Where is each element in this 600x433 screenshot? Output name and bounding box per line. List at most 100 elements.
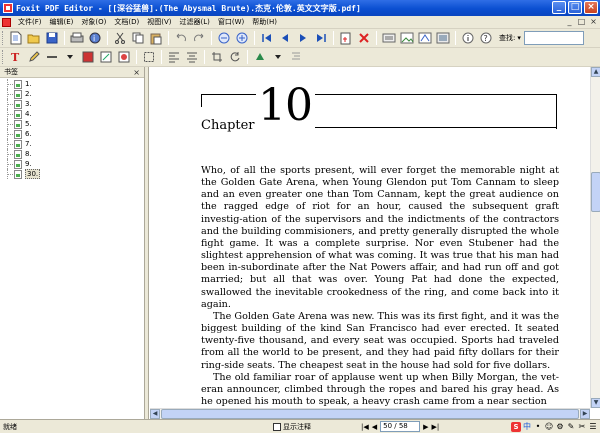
cut-icon[interactable] [112, 30, 128, 46]
information-icon[interactable] [460, 30, 476, 46]
bookmark-item[interactable]: 2. [0, 89, 140, 99]
insert-page-icon[interactable] [338, 30, 354, 46]
align-center-icon[interactable] [184, 49, 200, 65]
undo-icon[interactable] [173, 30, 189, 46]
bookmark-item[interactable]: 3. [0, 99, 140, 109]
pencil-tool-icon[interactable] [26, 49, 42, 65]
doc-minimize-button[interactable]: _ [565, 17, 574, 26]
print-icon[interactable] [69, 30, 85, 46]
show-annotations-toggle[interactable]: 显示注释 [273, 422, 361, 432]
chapter-number: 10 [256, 84, 315, 128]
menu-filter[interactable]: 过滤器(L) [176, 17, 214, 27]
minimize-button[interactable]: _ [552, 1, 566, 14]
find-input[interactable] [523, 31, 584, 45]
scroll-down-icon[interactable]: ▼ [591, 398, 600, 408]
last-page-icon[interactable] [313, 30, 329, 46]
menu-window[interactable]: 窗口(W) [214, 17, 248, 27]
toolbar-separator [204, 50, 205, 64]
menu-edit[interactable]: 编辑(E) [46, 17, 78, 27]
edit-object-icon[interactable] [98, 49, 114, 65]
status-last-page-icon[interactable]: ▶| [432, 423, 440, 431]
horizontal-scroll-thumb[interactable] [161, 409, 579, 419]
bookmark-item[interactable]: 6. [0, 129, 140, 139]
first-page-icon[interactable] [259, 30, 275, 46]
delete-page-icon[interactable] [356, 30, 372, 46]
bookmark-item[interactable]: 5. [0, 119, 140, 129]
open-folder-icon[interactable] [26, 30, 42, 46]
bookmark-item[interactable]: 9. [0, 159, 140, 169]
text-tool-icon[interactable]: T [8, 49, 24, 65]
object-path-icon[interactable] [417, 30, 433, 46]
help-icon[interactable]: ? [478, 30, 494, 46]
highlight-color-icon[interactable] [252, 49, 268, 65]
panel-splitter[interactable] [145, 67, 149, 419]
menu-file[interactable]: 文件(F) [14, 17, 46, 27]
panel-close-icon[interactable]: × [133, 68, 140, 77]
page-number-field[interactable]: 50 / 58 [380, 421, 421, 432]
scroll-right-icon[interactable]: ▶ [580, 409, 590, 419]
line-tool-icon[interactable] [44, 49, 60, 65]
doc-restore-button[interactable]: □ [577, 17, 586, 26]
bookmark-item[interactable]: 8. [0, 149, 140, 159]
menu-help[interactable]: 帮助(H) [248, 17, 281, 27]
vertical-scrollbar[interactable]: ▲ ▼ [590, 67, 600, 408]
fill-color-icon[interactable] [80, 49, 96, 65]
paste-icon[interactable] [148, 30, 164, 46]
frame-right-edge [556, 95, 557, 129]
toolbar-grip[interactable] [2, 31, 5, 45]
new-document-icon[interactable] [8, 30, 24, 46]
toolbar-grip[interactable] [2, 50, 5, 64]
object-image-icon[interactable] [399, 30, 415, 46]
object-shading-icon[interactable] [435, 30, 451, 46]
align-left-icon[interactable] [166, 49, 182, 65]
bookmark-item[interactable]: 7. [0, 139, 140, 149]
status-first-page-icon[interactable]: |◀ [361, 423, 369, 431]
properties-icon[interactable]: i [87, 30, 103, 46]
ime-chinese-mode-icon[interactable]: 中 [522, 422, 532, 432]
redo-icon[interactable] [191, 30, 207, 46]
document-view[interactable]: Chapter 10 Who, of all the sports presen… [150, 67, 590, 408]
menu-view[interactable]: 视图(V) [143, 17, 175, 27]
maximize-button[interactable]: □ [568, 1, 582, 14]
rotate-tool-icon[interactable] [227, 49, 243, 65]
ime-logo-icon[interactable]: S [511, 421, 521, 432]
arrange-icon[interactable] [288, 49, 304, 65]
bookmark-page-icon [14, 79, 22, 89]
ime-punctuation-icon[interactable]: • [533, 422, 543, 432]
ime-tools-icon[interactable]: ✂ [577, 422, 587, 432]
bookmark-label: 4. [25, 110, 32, 118]
scroll-up-icon[interactable]: ▲ [591, 67, 600, 77]
find-options-chevron-icon[interactable]: ▾ [517, 34, 521, 42]
close-button[interactable]: × [584, 1, 598, 14]
zoom-in-icon[interactable] [234, 30, 250, 46]
select-region-icon[interactable] [141, 49, 157, 65]
ime-menu-icon[interactable]: ☰ [588, 422, 598, 432]
vertical-scroll-thumb[interactable] [591, 172, 600, 212]
menu-object[interactable]: 对象(O) [77, 17, 110, 27]
scroll-left-icon[interactable]: ◀ [150, 409, 160, 419]
ime-handwriting-icon[interactable]: ✎ [566, 422, 576, 432]
object-text-icon[interactable] [381, 30, 397, 46]
show-annotations-label: 显示注释 [283, 422, 311, 431]
horizontal-scrollbar[interactable]: ◀ ▶ [150, 408, 590, 419]
status-prev-page-icon[interactable]: ◀ [372, 423, 377, 431]
bookmark-item[interactable]: 1. [0, 79, 140, 89]
bookmark-item[interactable]: 4. [0, 109, 140, 119]
stamp-icon[interactable] [116, 49, 132, 65]
next-page-icon[interactable] [295, 30, 311, 46]
save-icon[interactable] [44, 30, 60, 46]
status-next-page-icon[interactable]: ▶ [423, 423, 428, 431]
bookmark-item-selected[interactable]: 30. [0, 169, 140, 179]
show-annotations-checkbox[interactable] [273, 422, 281, 431]
crop-tool-icon[interactable] [209, 49, 225, 65]
dropdown-chevron-icon[interactable] [270, 49, 286, 65]
doc-close-button[interactable]: × [589, 17, 598, 26]
ime-settings-icon[interactable]: ⚙ [555, 422, 565, 432]
copy-icon[interactable] [130, 30, 146, 46]
zoom-out-icon[interactable] [216, 30, 232, 46]
dropdown-chevron-icon[interactable] [62, 49, 78, 65]
previous-page-icon[interactable] [277, 30, 293, 46]
menu-document[interactable]: 文档(D) [110, 17, 143, 27]
document-menu-icon[interactable] [2, 17, 11, 27]
ime-emoji-icon[interactable]: ☺ [544, 422, 554, 432]
